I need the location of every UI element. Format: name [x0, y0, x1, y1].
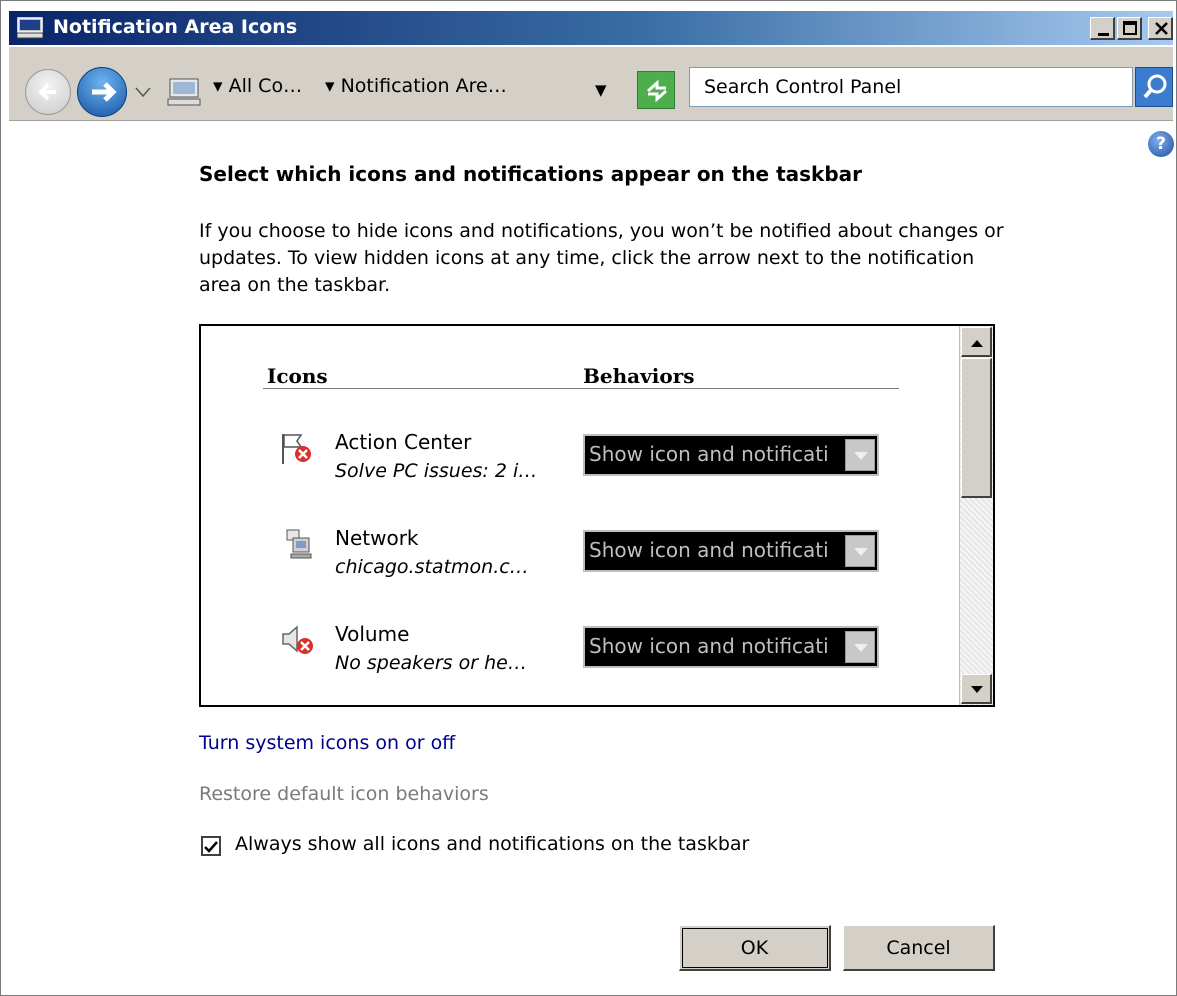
column-header-behaviors: Behaviors [583, 364, 695, 388]
scrollbar-thumb[interactable] [961, 358, 992, 498]
column-header-icons: Icons [267, 364, 328, 388]
action-center-flag-icon [282, 434, 311, 464]
behavior-select-value: Show icon and notificati [589, 538, 829, 562]
maximize-icon [1123, 21, 1137, 35]
close-button[interactable] [1148, 17, 1173, 40]
address-dropdown-icon[interactable]: ▼ [595, 81, 607, 99]
recent-pages-chevron-icon[interactable] [133, 85, 153, 99]
forward-button[interactable] [77, 67, 127, 117]
behavior-select[interactable]: Show icon and notificati [583, 434, 879, 476]
help-button[interactable]: ? [1148, 131, 1174, 157]
item-detail: chicago.statmon.c… [335, 556, 529, 578]
behavior-select[interactable]: Show icon and notificati [583, 530, 879, 572]
refresh-icon [647, 79, 667, 103]
always-show-label[interactable]: Always show all icons and notifications … [235, 833, 749, 855]
navigation-toolbar: ▾ All Co… ▾ Notification Are… ▼ Search C… [9, 47, 1173, 121]
control-panel-icon [167, 78, 201, 106]
item-name: Volume [335, 622, 410, 646]
always-show-checkbox[interactable] [201, 836, 221, 856]
chevron-down-icon[interactable] [845, 535, 875, 567]
forward-arrow-icon [92, 82, 117, 102]
icon-behavior-list: Icons Behaviors Action Center Solve PC i… [199, 324, 995, 707]
scroll-down-button[interactable] [961, 674, 992, 704]
title-bar[interactable]: Notification Area Icons [9, 11, 1173, 45]
item-name: Network [335, 526, 419, 550]
back-button[interactable] [25, 69, 71, 115]
page-heading: Select which icons and notifications app… [199, 162, 863, 186]
list-item-action-center: Action Center Solve PC issues: 2 i… Show… [201, 430, 959, 500]
item-name: Action Center [335, 430, 472, 454]
ok-button[interactable]: OK [679, 925, 831, 971]
search-button[interactable] [1135, 67, 1173, 107]
behavior-select[interactable]: Show icon and notificati [583, 626, 879, 668]
arrow-up-icon [971, 340, 983, 347]
minimize-button[interactable] [1090, 17, 1115, 40]
item-detail: No speakers or he… [335, 652, 527, 674]
maximize-button[interactable] [1117, 17, 1142, 40]
back-arrow-icon [38, 83, 56, 101]
network-icon [286, 529, 312, 559]
header-divider [263, 388, 899, 389]
window-title: Notification Area Icons [53, 16, 298, 38]
search-input[interactable]: Search Control Panel [689, 67, 1133, 107]
icon-behavior-list-content: Icons Behaviors Action Center Solve PC i… [201, 326, 959, 705]
notification-area-window: Notification Area Icons ▾ All Co… ▾ Noti… [0, 0, 1177, 996]
behavior-select-value: Show icon and notificati [589, 634, 829, 658]
chevron-down-icon[interactable] [845, 631, 875, 663]
list-item-volume: Volume No speakers or he… Show icon and … [201, 622, 959, 692]
breadcrumb-all-control-panel[interactable]: ▾ All Co… [213, 75, 302, 97]
page-description: If you choose to hide icons and notifica… [199, 220, 1004, 296]
behavior-select-value: Show icon and notificati [589, 442, 829, 466]
search-icon [1143, 74, 1167, 99]
breadcrumb-notification-area[interactable]: ▾ Notification Are… [325, 75, 507, 97]
speaker-muted-icon [282, 625, 313, 654]
item-detail: Solve PC issues: 2 i… [335, 460, 538, 482]
chevron-down-icon[interactable] [845, 439, 875, 471]
scroll-up-button[interactable] [961, 327, 992, 357]
cancel-button[interactable]: Cancel [843, 925, 995, 971]
close-icon [1155, 22, 1168, 35]
control-panel-icon [17, 17, 43, 39]
list-item-network: Network chicago.statmon.c… Show icon and… [201, 526, 959, 596]
refresh-button[interactable] [637, 71, 675, 109]
restore-default-behaviors-link: Restore default icon behaviors [199, 783, 489, 805]
help-icon: ? [1156, 134, 1166, 154]
address-bar[interactable]: ▾ All Co… ▾ Notification Are… ▼ [161, 71, 691, 113]
arrow-down-icon [971, 686, 983, 693]
turn-system-icons-link[interactable]: Turn system icons on or off [199, 732, 455, 754]
vertical-scrollbar[interactable] [959, 326, 993, 705]
checkmark-icon [204, 841, 218, 853]
minimize-icon [1098, 33, 1109, 36]
